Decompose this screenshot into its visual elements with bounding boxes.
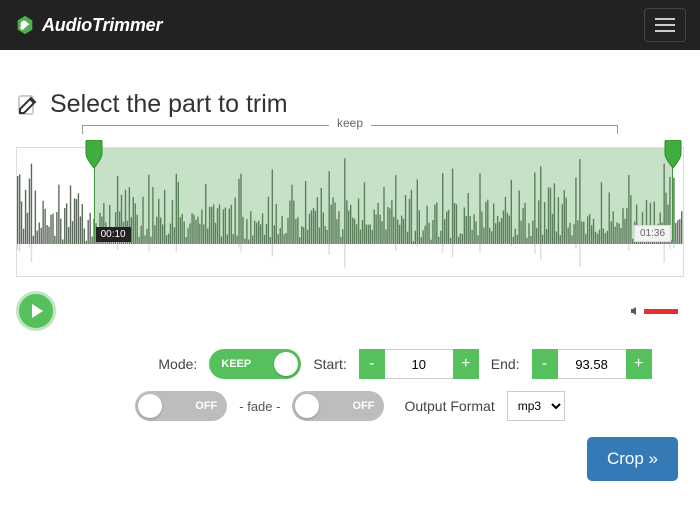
logo[interactable]: AudioTrimmer <box>14 14 162 36</box>
end-time-badge: 01:36 <box>634 225 671 242</box>
play-icon <box>29 303 45 319</box>
toggle-knob <box>295 394 319 418</box>
fade-out-toggle[interactable]: OFF <box>292 391 384 421</box>
volume-control[interactable] <box>630 306 678 316</box>
end-input[interactable] <box>558 349 626 379</box>
keep-bracket: keep <box>82 125 618 141</box>
mode-label: Mode: <box>158 356 197 372</box>
page-title: Select the part to trim <box>50 90 288 119</box>
selection-handle-left[interactable] <box>85 140 103 170</box>
fade-out-toggle-label: OFF <box>352 400 374 412</box>
start-label: Start: <box>313 356 346 372</box>
keep-bracket-label: keep <box>329 116 371 130</box>
toggle-knob <box>274 352 298 376</box>
end-increment-button[interactable]: + <box>626 349 652 379</box>
start-time-badge: 00:10 <box>96 227 131 242</box>
play-button[interactable] <box>16 291 56 331</box>
waveform[interactable]: 00:10 01:36 <box>16 147 684 277</box>
start-increment-button[interactable]: + <box>453 349 479 379</box>
fade-label: - fade - <box>239 399 280 414</box>
mode-toggle-label: KEEP <box>221 358 251 370</box>
fade-in-toggle[interactable]: OFF <box>135 391 227 421</box>
logo-icon <box>14 14 36 36</box>
output-format-select[interactable]: mp3 <box>507 391 565 421</box>
selection-handle-right[interactable] <box>664 140 682 170</box>
output-format-label: Output Format <box>404 398 494 414</box>
start-decrement-button[interactable]: - <box>359 349 385 379</box>
end-decrement-button[interactable]: - <box>532 349 558 379</box>
volume-icon <box>630 306 640 316</box>
mode-toggle[interactable]: KEEP <box>209 349 301 379</box>
end-label: End: <box>491 356 520 372</box>
menu-button[interactable] <box>644 8 686 42</box>
start-input[interactable] <box>385 349 453 379</box>
selection-overlay[interactable] <box>94 148 673 242</box>
navbar: AudioTrimmer <box>0 0 700 50</box>
crop-button[interactable]: Crop » <box>587 437 678 481</box>
edit-icon <box>16 93 40 117</box>
toggle-knob <box>138 394 162 418</box>
volume-bar[interactable] <box>644 309 678 314</box>
logo-text: AudioTrimmer <box>42 15 162 36</box>
fade-in-toggle-label: OFF <box>195 400 217 412</box>
